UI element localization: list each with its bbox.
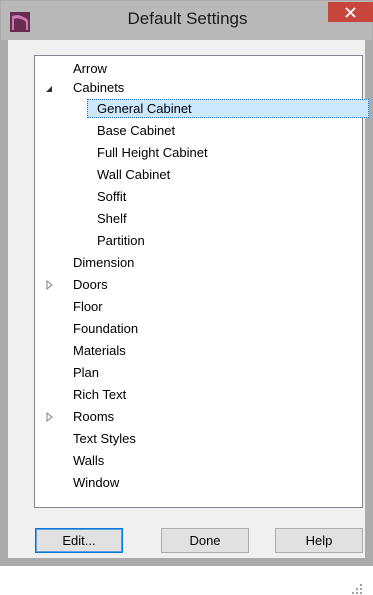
close-button[interactable] [328,2,373,22]
close-icon [345,7,356,18]
tree-item-window[interactable]: Window [73,473,119,493]
tree-item-partition[interactable]: Partition [97,231,145,251]
done-button[interactable]: Done [161,528,249,553]
tree-item-arrow[interactable]: Arrow [73,59,107,79]
settings-tree[interactable]: Arrow Cabinets General Cabinet Base Cabi… [34,55,369,508]
resize-grip-icon[interactable] [351,583,363,595]
expanded-triangle-icon[interactable] [44,79,56,99]
tree-item-cabinets[interactable]: Cabinets [73,78,124,98]
tree-item-rooms[interactable]: Rooms [73,407,114,427]
help-button[interactable]: Help [275,528,363,553]
tree-item-materials[interactable]: Materials [73,341,126,361]
tree-item-soffit[interactable]: Soffit [97,187,126,207]
tree-item-general-cabinet[interactable]: General Cabinet [97,99,192,119]
tree-item-plan[interactable]: Plan [73,363,99,383]
collapsed-triangle-icon[interactable] [44,407,56,427]
tree-item-base-cabinet[interactable]: Base Cabinet [97,121,175,141]
tree-item-rich-text[interactable]: Rich Text [73,385,126,405]
tree-item-shelf[interactable]: Shelf [97,209,127,229]
dialog-window: Default Settings Arrow Cabinets General … [0,0,373,594]
tree-item-dimension[interactable]: Dimension [73,253,134,273]
tree-item-full-height-cabinet[interactable]: Full Height Cabinet [97,143,208,163]
edit-button[interactable]: Edit... [35,528,123,553]
tree-item-foundation[interactable]: Foundation [73,319,138,339]
title-bar[interactable]: Default Settings [1,1,373,40]
tree-item-floor[interactable]: Floor [73,297,103,317]
tree-item-text-styles[interactable]: Text Styles [73,429,136,449]
window-title: Default Settings [127,9,248,28]
tree-item-wall-cabinet[interactable]: Wall Cabinet [97,165,170,185]
dialog-client-area: Arrow Cabinets General Cabinet Base Cabi… [8,40,369,594]
tree-item-walls[interactable]: Walls [73,451,104,471]
tree-item-doors[interactable]: Doors [73,275,108,295]
collapsed-triangle-icon[interactable] [44,275,56,295]
